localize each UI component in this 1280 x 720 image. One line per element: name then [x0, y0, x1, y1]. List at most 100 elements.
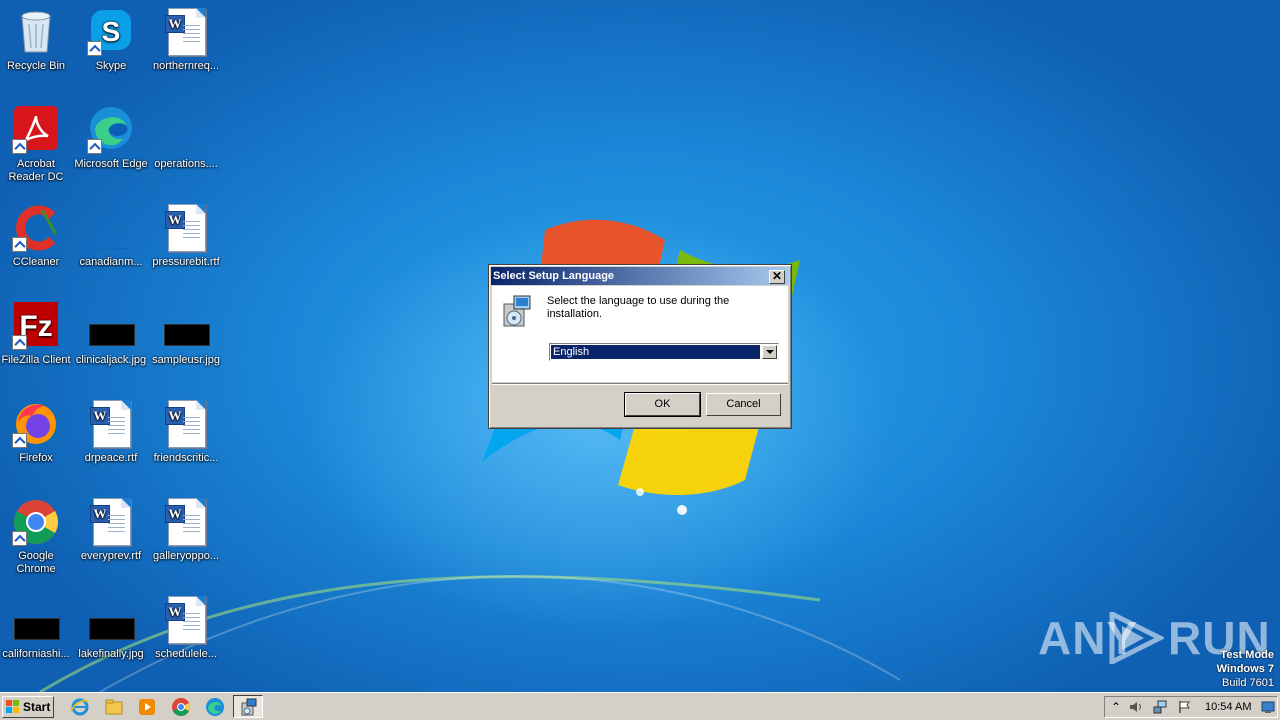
- icon-label: schedulele...: [155, 648, 217, 660]
- desktop-icon-californiashi[interactable]: californiashi...: [0, 596, 74, 661]
- rtf-document-icon: W: [87, 498, 135, 546]
- internet-explorer-icon[interactable]: [70, 697, 90, 717]
- dialog-divider: [492, 383, 788, 385]
- desktop-icon-firefox[interactable]: Firefox: [0, 400, 74, 465]
- shortcut-arrow-icon: [87, 139, 102, 154]
- shortcut-arrow-icon: [12, 335, 27, 350]
- rtf-document-icon: W: [162, 596, 210, 644]
- chrome-icon: [12, 498, 60, 546]
- desktop-icon-edge[interactable]: Microsoft Edge: [73, 106, 149, 171]
- icon-label: Acrobat Reader DC: [8, 158, 64, 183]
- icon-label: galleryoppo...: [152, 550, 220, 562]
- show-hidden-icons-icon[interactable]: ⌃: [1109, 700, 1123, 714]
- image-thumbnail-icon: [162, 302, 210, 350]
- cancel-button[interactable]: Cancel: [706, 393, 781, 416]
- icon-label: Recycle Bin: [6, 60, 66, 72]
- rtf-document-icon: W: [162, 498, 210, 546]
- system-tray: ⌃ 10:54 AM: [1104, 696, 1278, 718]
- acrobat-icon: [12, 106, 60, 154]
- volume-icon[interactable]: [1129, 700, 1143, 714]
- dialog-title: Select Setup Language: [493, 270, 615, 282]
- desktop-icon-schedulele[interactable]: W schedulele...: [148, 596, 224, 661]
- test-mode-notice: Test Mode Windows 7 Build 7601: [1217, 648, 1274, 690]
- icon-label: clinicaljack.jpg: [75, 354, 147, 366]
- desktop-icon-galleryoppo[interactable]: W galleryoppo...: [148, 498, 224, 563]
- network-icon[interactable]: [1153, 700, 1167, 714]
- rtf-document-icon: W: [87, 400, 135, 448]
- desktop-icon-recycle-bin[interactable]: Recycle Bin: [0, 8, 74, 73]
- shortcut-arrow-icon: [12, 237, 27, 252]
- rtf-document-icon: W: [162, 204, 210, 252]
- shortcut-arrow-icon: [87, 41, 102, 56]
- edge-icon: [87, 106, 135, 154]
- desktop-icon-sampleusr[interactable]: sampleusr.jpg: [148, 302, 224, 367]
- filezilla-icon: Fz: [12, 302, 60, 350]
- desktop-icon-drpeace[interactable]: W drpeace.rtf: [73, 400, 149, 465]
- blank-file-icon: [87, 204, 135, 252]
- show-desktop-icon[interactable]: [1261, 700, 1275, 714]
- desktop-icon-skype[interactable]: S Skype: [73, 8, 149, 73]
- firefox-icon: [12, 400, 60, 448]
- desktop-icon-operations[interactable]: operations....: [148, 106, 224, 171]
- taskbar: Start ⌃ 10:54 AM: [0, 692, 1280, 720]
- play-logo-icon: [1109, 612, 1164, 664]
- shortcut-arrow-icon: [12, 139, 27, 154]
- skype-icon: S: [87, 8, 135, 56]
- icon-label: FileZilla Client: [1, 354, 71, 366]
- icon-label: canadianm...: [79, 256, 143, 268]
- language-selected-value: English: [551, 345, 760, 359]
- dropdown-arrow-icon[interactable]: [762, 345, 777, 359]
- anyrun-watermark: ANY RUN: [1038, 608, 1270, 668]
- clock[interactable]: 10:54 AM: [1205, 697, 1251, 717]
- recycle-bin-icon: [12, 8, 60, 56]
- desktop-icon-friendscritic[interactable]: W friendscritic...: [148, 400, 224, 465]
- rtf-document-icon: W: [162, 400, 210, 448]
- icon-label: northernreq...: [152, 60, 220, 72]
- language-dropdown[interactable]: English: [549, 343, 779, 361]
- desktop-icon-canadianm[interactable]: canadianm...: [73, 204, 149, 269]
- edge-icon[interactable]: [205, 697, 225, 717]
- desktop-icon-northernreq[interactable]: W northernreq...: [148, 8, 224, 73]
- dialog-title-bar[interactable]: Select Setup Language ✕: [491, 267, 789, 285]
- ok-button[interactable]: OK: [624, 392, 701, 417]
- media-player-icon[interactable]: [137, 697, 157, 717]
- image-thumbnail-icon: [12, 596, 60, 644]
- desktop-icon-pressurebit[interactable]: W pressurebit.rtf: [148, 204, 224, 269]
- icon-label: californiashi...: [2, 648, 70, 660]
- icon-label: CCleaner: [12, 256, 60, 268]
- setup-installer-icon: [500, 294, 534, 328]
- image-thumbnail-icon: [87, 596, 135, 644]
- close-button[interactable]: ✕: [769, 270, 785, 284]
- desktop-icon-clinicaljack[interactable]: clinicaljack.jpg: [73, 302, 149, 367]
- start-button[interactable]: Start: [2, 696, 54, 718]
- shortcut-arrow-icon: [12, 433, 27, 448]
- desktop-icon-lakefinally[interactable]: lakefinally.jpg: [73, 596, 149, 661]
- build-line: Build 7601: [1222, 677, 1274, 689]
- os-version-line: Windows 7: [1216, 663, 1274, 675]
- icon-label: lakefinally.jpg: [78, 648, 144, 660]
- icon-label: Firefox: [19, 452, 53, 464]
- rtf-document-icon: W: [162, 8, 210, 56]
- desktop-icon-ccleaner[interactable]: CCleaner: [0, 204, 74, 269]
- icon-label: drpeace.rtf: [84, 452, 138, 464]
- icon-label: sampleusr.jpg: [152, 354, 220, 366]
- taskbar-setup-button[interactable]: [233, 695, 263, 718]
- desktop-icon-acrobat[interactable]: Acrobat Reader DC: [0, 106, 74, 184]
- test-mode-line: Test Mode: [1220, 649, 1274, 661]
- select-setup-language-dialog: Select Setup Language ✕ Select the langu…: [488, 264, 792, 429]
- icon-label: everyprev.rtf: [80, 550, 142, 562]
- icon-label: Skype: [95, 60, 127, 72]
- icon-label: Microsoft Edge: [74, 158, 148, 170]
- icon-label: pressurebit.rtf: [152, 256, 220, 268]
- icon-label: friendscritic...: [153, 452, 219, 464]
- chrome-icon[interactable]: [171, 697, 191, 717]
- desktop-icon-filezilla[interactable]: Fz FileZilla Client: [0, 302, 74, 367]
- blank-file-icon: [162, 106, 210, 154]
- windows-flag-icon: [6, 700, 19, 713]
- image-thumbnail-icon: [87, 302, 135, 350]
- desktop-icon-chrome[interactable]: Google Chrome: [0, 498, 74, 576]
- desktop-icon-everyprev[interactable]: W everyprev.rtf: [73, 498, 149, 563]
- action-center-flag-icon[interactable]: [1177, 700, 1191, 714]
- file-explorer-icon[interactable]: [104, 697, 124, 717]
- shortcut-arrow-icon: [12, 531, 27, 546]
